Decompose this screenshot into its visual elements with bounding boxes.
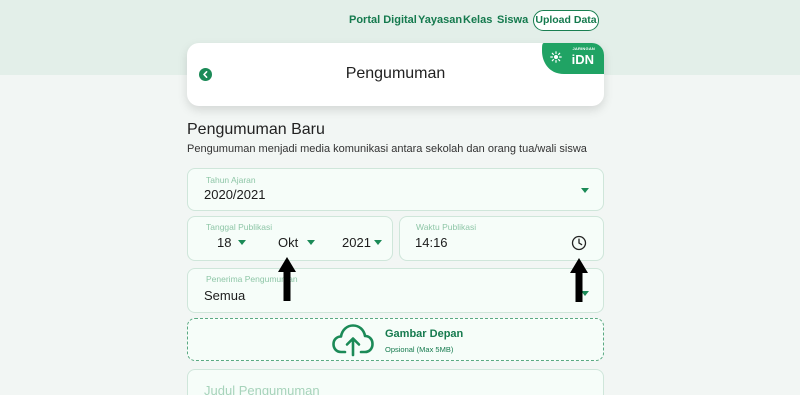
cloud-upload-icon bbox=[332, 324, 374, 357]
waktu-publikasi-label: Waktu Publikasi bbox=[416, 222, 477, 232]
nav-portal-digital[interactable]: Portal Digital bbox=[349, 14, 417, 26]
year-value: 2021 bbox=[342, 235, 371, 250]
chevron-down-icon bbox=[581, 188, 589, 193]
nav-yayasan[interactable]: Yayasan bbox=[418, 14, 462, 26]
clock-icon[interactable] bbox=[571, 235, 587, 251]
gambar-depan-title: Gambar Depan bbox=[385, 328, 464, 340]
penerima-value: Semua bbox=[204, 288, 246, 303]
upload-data-button[interactable]: Upload Data bbox=[533, 10, 599, 31]
chevron-down-icon bbox=[238, 240, 246, 245]
gambar-depan-subtitle: Opsional (Max 5MB) bbox=[385, 345, 454, 354]
month-value: Okt bbox=[278, 235, 299, 250]
waktu-publikasi-value: 14:16 bbox=[415, 235, 448, 250]
top-nav: Portal Digital Yayasan Kelas Siswa Uploa… bbox=[0, 10, 800, 32]
nav-siswa[interactable]: Siswa bbox=[497, 14, 528, 26]
tahun-ajaran-value: 2020/2021 bbox=[204, 187, 266, 202]
tanggal-publikasi-label: Tanggal Publikasi bbox=[206, 222, 273, 232]
annotation-arrow-up-icon bbox=[278, 257, 296, 301]
gambar-depan-upload[interactable]: Gambar Depan Opsional (Max 5MB) bbox=[187, 318, 604, 361]
chevron-down-icon bbox=[374, 240, 382, 245]
judul-pengumuman-field[interactable]: Judul Pengumuman bbox=[187, 369, 604, 395]
waktu-publikasi-field[interactable]: Waktu Publikasi 14:16 bbox=[399, 216, 604, 261]
penerima-select[interactable]: Penerima Pengumuman Semua bbox=[187, 268, 604, 313]
brand-logo-icon bbox=[550, 51, 562, 63]
chevron-down-icon bbox=[307, 240, 315, 245]
brand-small-text: JARINGAN bbox=[572, 46, 595, 51]
tanggal-publikasi-field: Tanggal Publikasi 18 Okt 2021 bbox=[187, 216, 393, 261]
brand-badge: JARINGAN iDN bbox=[538, 43, 604, 74]
section-title: Pengumuman Baru bbox=[187, 121, 325, 138]
header-card: Pengumuman JARINGAN iDN bbox=[187, 43, 604, 106]
brand-logo-text: iDN bbox=[571, 52, 594, 67]
tahun-ajaran-label: Tahun Ajaran bbox=[206, 175, 256, 185]
day-value: 18 bbox=[217, 235, 232, 250]
section-subtitle: Pengumuman menjadi media komunikasi anta… bbox=[187, 143, 587, 155]
nav-kelas[interactable]: Kelas bbox=[463, 14, 492, 26]
tahun-ajaran-select[interactable]: Tahun Ajaran 2020/2021 bbox=[187, 168, 604, 211]
annotation-arrow-up-icon bbox=[570, 258, 588, 302]
judul-pengumuman-label: Judul Pengumuman bbox=[204, 383, 320, 395]
